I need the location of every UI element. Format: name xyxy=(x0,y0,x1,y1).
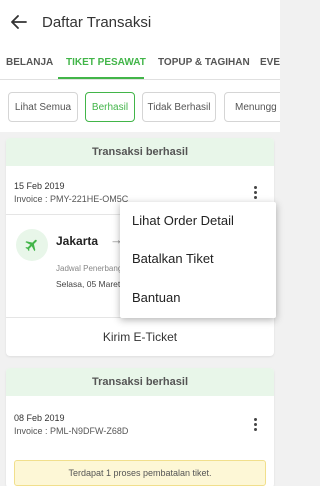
send-eticket-button[interactable]: Kirim E-Ticket xyxy=(6,318,274,356)
transaction-date: 08 Feb 2019 xyxy=(14,413,65,423)
filter-chips: Lihat Semua Berhasil Tidak Berhasil Menu… xyxy=(0,80,280,132)
invoice-number: Invoice : PML-N9DFW-Z68D xyxy=(14,426,129,436)
departure-date: Selasa, 05 Maret xyxy=(56,279,121,289)
tab-event[interactable]: EVEN xyxy=(260,44,280,79)
menu-item-lihat-order-detail[interactable]: Lihat Order Detail xyxy=(132,213,234,228)
cancellation-notice: Terdapat 1 proses pembatalan tiket. xyxy=(14,460,266,486)
filter-lihat-semua[interactable]: Lihat Semua xyxy=(8,92,78,122)
more-options-icon[interactable] xyxy=(254,186,258,199)
tab-belanja[interactable]: BELANJA xyxy=(6,44,53,79)
overflow-menu: Lihat Order Detail Batalkan Tiket Bantua… xyxy=(120,202,276,318)
filter-berhasil[interactable]: Berhasil xyxy=(85,92,135,122)
back-button[interactable] xyxy=(0,0,38,44)
transaction-card[interactable]: Transaksi berhasil 08 Feb 2019 Invoice :… xyxy=(6,368,274,486)
transaction-date: 15 Feb 2019 xyxy=(14,181,65,191)
arrow-left-icon xyxy=(11,15,27,29)
invoice-number: Invoice : PMY-221HE-OM5C xyxy=(14,194,129,204)
more-options-icon[interactable] xyxy=(254,418,258,431)
app-bar: Daftar Transaksi xyxy=(0,0,280,44)
menu-item-batalkan-tiket[interactable]: Batalkan Tiket xyxy=(132,251,214,266)
transaction-status: Transaksi berhasil xyxy=(6,138,274,166)
tab-tiket-pesawat[interactable]: TIKET PESAWAT xyxy=(66,44,146,79)
menu-item-bantuan[interactable]: Bantuan xyxy=(132,290,180,305)
origin-city: Jakarta xyxy=(56,234,99,248)
airplane-icon xyxy=(16,229,48,261)
tab-topup-tagihan[interactable]: TOPUP & TAGIHAN xyxy=(158,44,250,79)
filter-menunggu[interactable]: Menungg xyxy=(224,92,280,122)
page-title: Daftar Transaksi xyxy=(42,13,152,31)
category-tabs: BELANJA TIKET PESAWAT TOPUP & TAGIHAN EV… xyxy=(0,44,280,80)
filter-tidak-berhasil[interactable]: Tidak Berhasil xyxy=(142,92,216,122)
transaction-status: Transaksi berhasil xyxy=(6,368,274,396)
